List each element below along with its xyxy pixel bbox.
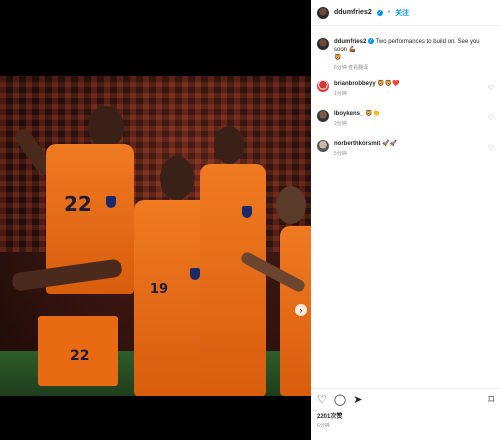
translate-link[interactable]: 查看翻译 <box>348 65 368 71</box>
caption-emoji: 🦁 <box>334 54 342 61</box>
separator: • <box>387 9 391 16</box>
list-item: lboykens_ 🦁👏 2分钟 ♡ <box>311 106 500 136</box>
list-item: brianbrobbeyy 🦁🦁❤️ 1分钟 ♡ <box>311 76 500 106</box>
post-time: 6分钟 <box>317 423 330 429</box>
verified-icon: ✓ <box>368 38 375 45</box>
comment-text: 🦁🦁❤️ <box>377 80 400 87</box>
comment-icon[interactable]: ◯ <box>334 393 346 406</box>
avatar[interactable] <box>317 110 329 122</box>
header-username[interactable]: ddumfries2 <box>334 9 372 16</box>
avatar[interactable] <box>317 140 329 152</box>
caption-username[interactable]: ddumfries2 <box>334 39 366 45</box>
avatar[interactable] <box>317 6 329 19</box>
action-bar: ♡ ◯ ➤ ⌑ 2201次赞 6分钟 <box>311 388 500 433</box>
share-icon[interactable]: ➤ <box>353 393 362 406</box>
player-right <box>239 186 311 396</box>
post-sidebar: ddumfries2 ✓ • 关注 ddumfries2 ✓ Two perfo… <box>311 0 500 440</box>
list-item: norberthkorsmit 🚀🚀 5分钟 ♡ <box>311 136 500 166</box>
heart-icon[interactable]: ♡ <box>488 114 494 122</box>
post-header: ddumfries2 ✓ • 关注 <box>311 0 500 26</box>
caption-time: 6分钟 <box>334 65 347 71</box>
verified-icon: ✓ <box>376 9 383 16</box>
avatar[interactable] <box>317 80 329 92</box>
bookmark-icon[interactable]: ⌑ <box>488 393 494 406</box>
comment-time: 1分钟 <box>334 91 347 97</box>
comment-username[interactable]: norberthkorsmit <box>334 141 380 147</box>
heart-icon[interactable]: ♡ <box>317 393 327 406</box>
chevron-right-icon[interactable]: › <box>295 304 307 316</box>
avatar[interactable] <box>317 38 329 50</box>
heart-icon[interactable]: ♡ <box>488 144 494 152</box>
post-media: 22 22 19 › <box>0 0 311 440</box>
comment-text: 🚀🚀 <box>382 140 397 147</box>
post-photo: 22 22 19 › <box>0 76 311 396</box>
jersey-number-front: 22 <box>64 192 92 216</box>
jersey-number-center: 19 <box>150 282 169 297</box>
caption: ddumfries2 ✓ Two performances to build o… <box>311 34 500 76</box>
comment-text: 🦁👏 <box>365 110 380 117</box>
comment-username[interactable]: brianbrobbeyy <box>334 81 376 87</box>
comment-list: ddumfries2 ✓ Two performances to build o… <box>311 34 500 166</box>
shorts-number: 22 <box>70 348 90 364</box>
team-crest <box>106 196 116 208</box>
comment-username[interactable]: lboykens_ <box>334 111 363 117</box>
player-celebrating: 22 22 <box>8 86 138 396</box>
heart-icon[interactable]: ♡ <box>488 84 494 92</box>
comment-time: 5分钟 <box>334 151 347 157</box>
comment-time: 2分钟 <box>334 121 347 127</box>
follow-button[interactable]: 关注 <box>395 8 409 18</box>
like-count[interactable]: 2201次赞 <box>317 411 494 420</box>
